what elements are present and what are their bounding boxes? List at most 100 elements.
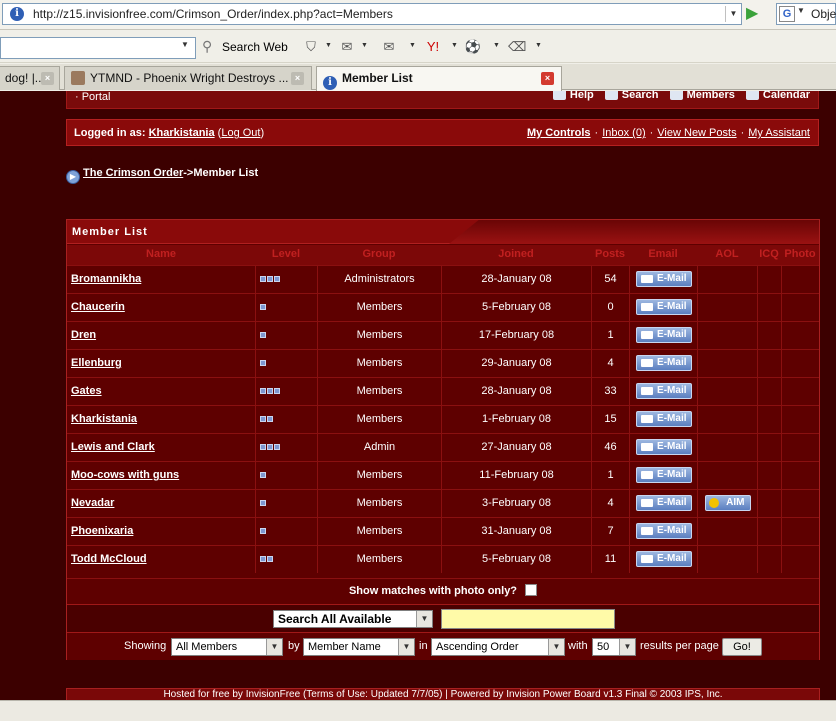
shield-dropdown-icon[interactable]: ▼ bbox=[325, 42, 332, 49]
filter-select[interactable]: All Members ▼ bbox=[171, 638, 283, 656]
nav-help[interactable]: Help bbox=[552, 91, 594, 101]
tab-dog[interactable]: dog! |... × bbox=[0, 66, 60, 90]
email-button[interactable]: E-Mail bbox=[635, 439, 692, 456]
search-engine-box[interactable]: G ▼ Obje bbox=[776, 3, 836, 25]
ball-icon[interactable]: ⚽ bbox=[464, 38, 482, 56]
email-button[interactable]: E-Mail bbox=[635, 523, 692, 540]
col-name: Name bbox=[146, 248, 176, 260]
email-button[interactable]: E-Mail bbox=[635, 355, 692, 372]
member-list-header: Member List bbox=[67, 220, 819, 244]
go-arrow-icon[interactable]: ▶ bbox=[746, 4, 764, 24]
separator: · bbox=[740, 127, 745, 139]
member-name-link[interactable]: Chaucerin bbox=[71, 301, 125, 313]
url-history-dropdown[interactable]: ▼ bbox=[725, 6, 741, 22]
eraser-icon[interactable]: ⌫ bbox=[508, 38, 526, 56]
aim-button[interactable]: AIM bbox=[704, 495, 751, 512]
order-select[interactable]: Ascending Order ▼ bbox=[431, 638, 565, 656]
search-field-select[interactable]: Search All Available ▼ bbox=[273, 610, 433, 628]
photo-only-label: Show matches with photo only? bbox=[348, 585, 518, 597]
cell-joined: 28-January 08 bbox=[441, 266, 591, 293]
cell-level bbox=[255, 294, 317, 321]
yahoo-icon[interactable]: Y! bbox=[424, 38, 442, 56]
logout-link[interactable]: Log Out bbox=[221, 127, 260, 139]
member-name-link[interactable]: Bromannikha bbox=[71, 273, 141, 285]
cell-photo bbox=[781, 294, 819, 321]
username-link[interactable]: Kharkistania bbox=[149, 127, 215, 139]
cell-email: E-Mail bbox=[629, 462, 697, 489]
nav-search[interactable]: Search bbox=[604, 91, 659, 101]
cell-joined: 5-February 08 bbox=[441, 546, 591, 573]
close-icon[interactable]: × bbox=[41, 72, 54, 85]
nav-members[interactable]: Members bbox=[669, 91, 735, 101]
member-name-link[interactable]: Lewis and Clark bbox=[71, 441, 155, 453]
email-button[interactable]: E-Mail bbox=[635, 383, 692, 400]
per-page-select[interactable]: 50 ▼ bbox=[592, 638, 636, 656]
mail-icon[interactable]: ✉ bbox=[380, 38, 398, 56]
email-button[interactable]: E-Mail bbox=[635, 467, 692, 484]
alert-icon[interactable]: ✉ bbox=[338, 38, 356, 56]
cell-joined: 29-January 08 bbox=[441, 350, 591, 377]
my-controls-link[interactable]: My Controls bbox=[527, 127, 591, 139]
member-name-link[interactable]: Moo-cows with guns bbox=[71, 469, 179, 481]
member-name-link[interactable]: Dren bbox=[71, 329, 96, 341]
portal-link[interactable]: · Portal bbox=[75, 91, 110, 103]
mail-dropdown-icon[interactable]: ▼ bbox=[409, 42, 416, 49]
cell-name: Dren bbox=[67, 322, 255, 349]
member-name-link[interactable]: Todd McCloud bbox=[71, 553, 147, 565]
cell-group: Members bbox=[317, 518, 441, 545]
ball-dropdown-icon[interactable]: ▼ bbox=[493, 42, 500, 49]
inbox-link[interactable]: Inbox (0) bbox=[602, 127, 645, 139]
shield-icon[interactable]: ⛉ bbox=[302, 38, 320, 56]
close-icon[interactable]: × bbox=[291, 72, 304, 85]
nav-calendar[interactable]: Calendar bbox=[745, 91, 810, 101]
eraser-dropdown-icon[interactable]: ▼ bbox=[535, 42, 542, 49]
email-button[interactable]: E-Mail bbox=[635, 411, 692, 428]
member-name-link[interactable]: Ellenburg bbox=[71, 357, 122, 369]
cell-photo bbox=[781, 462, 819, 489]
chevron-down-icon[interactable]: ▼ bbox=[548, 639, 564, 655]
member-name-link[interactable]: Nevadar bbox=[71, 497, 114, 509]
sort-key-select[interactable]: Member Name ▼ bbox=[303, 638, 415, 656]
email-button[interactable]: E-Mail bbox=[635, 299, 692, 316]
address-toolbar: i http://z15.invisionfree.com/Crimson_Or… bbox=[0, 0, 836, 30]
view-new-posts-link[interactable]: View New Posts bbox=[657, 127, 736, 139]
email-button[interactable]: E-Mail bbox=[635, 327, 692, 344]
chevron-down-icon[interactable]: ▼ bbox=[398, 639, 414, 655]
cell-icq bbox=[757, 266, 781, 293]
per-page-value: 50 bbox=[597, 641, 610, 653]
url-text: http://z15.invisionfree.com/Crimson_Orde… bbox=[33, 7, 393, 21]
member-name-link[interactable]: Phoenixaria bbox=[71, 525, 133, 537]
engine-dropdown-icon[interactable]: ▼ bbox=[797, 6, 805, 15]
cell-level bbox=[255, 322, 317, 349]
my-assistant-link[interactable]: My Assistant bbox=[748, 127, 810, 139]
search-input[interactable] bbox=[441, 609, 615, 629]
member-name-link[interactable]: Gates bbox=[71, 385, 102, 397]
cell-email: E-Mail bbox=[629, 518, 697, 545]
magnifier-icon[interactable]: ⚲ bbox=[202, 38, 212, 55]
url-input[interactable]: i http://z15.invisionfree.com/Crimson_Or… bbox=[2, 3, 742, 25]
breadcrumb-home-link[interactable]: The Crimson Order bbox=[83, 167, 183, 179]
email-button[interactable]: E-Mail bbox=[635, 551, 692, 568]
tab-ytmnd[interactable]: YTMND - Phoenix Wright Destroys ... × bbox=[64, 66, 312, 90]
col-posts: Posts bbox=[595, 248, 625, 260]
alert-dropdown-icon[interactable]: ▼ bbox=[361, 42, 368, 49]
member-name-link[interactable]: Kharkistania bbox=[71, 413, 137, 425]
email-button[interactable]: E-Mail bbox=[635, 271, 692, 288]
user-links: My Controls · Inbox (0) · View New Posts · My … bbox=[527, 127, 810, 139]
cell-group: Members bbox=[317, 378, 441, 405]
yahoo-dropdown-icon[interactable]: ▼ bbox=[451, 42, 458, 49]
go-button[interactable]: Go! bbox=[722, 638, 762, 656]
chevron-down-icon[interactable]: ▼ bbox=[266, 639, 282, 655]
chevron-down-icon[interactable]: ▼ bbox=[619, 639, 635, 655]
photo-only-checkbox[interactable] bbox=[525, 584, 538, 596]
cell-email: E-Mail bbox=[629, 294, 697, 321]
tab-member-list[interactable]: i Member List × bbox=[316, 66, 562, 91]
user-bar: Logged in as: Kharkistania (Log Out) My … bbox=[66, 119, 819, 146]
chevron-down-icon[interactable]: ▼ bbox=[416, 611, 432, 627]
toolbar-dropdown-icon[interactable]: ▼ bbox=[181, 40, 189, 49]
search-web-button[interactable]: Search Web bbox=[222, 40, 288, 54]
email-button[interactable]: E-Mail bbox=[635, 495, 692, 512]
toolbar-search-input[interactable]: ▼ bbox=[0, 37, 196, 59]
close-icon[interactable]: × bbox=[541, 72, 554, 85]
col-photo: Photo bbox=[784, 248, 816, 260]
